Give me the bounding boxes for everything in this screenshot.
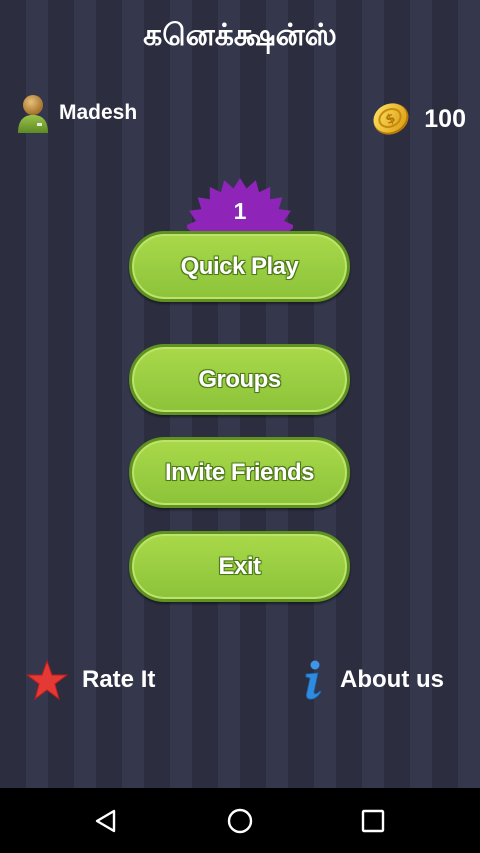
rate-it-label: Rate It (82, 666, 156, 693)
gold-coin-icon: $ (373, 103, 409, 135)
user-name: Madesh (59, 101, 138, 124)
user-avatar-icon (18, 95, 48, 133)
level-number: 1 (233, 198, 247, 224)
recents-square-icon[interactable] (356, 804, 390, 838)
invite-friends-button[interactable]: Invite Friends (129, 437, 350, 508)
rate-it-button[interactable]: Rate It (26, 660, 155, 700)
app-screen: கனெக்க்ஷன்ஸ் Madesh $ 100 1 Quick Play G… (0, 0, 480, 788)
app-title: கனெக்க்ஷன்ஸ் (143, 18, 337, 53)
quick-play-button[interactable]: Quick Play (129, 231, 350, 302)
user-profile[interactable]: Madesh (16, 93, 137, 133)
info-icon (305, 660, 322, 700)
coin-balance: $ 100 (370, 100, 466, 138)
star-icon (26, 660, 68, 700)
about-us-button[interactable]: About us (300, 660, 444, 700)
level-badge: 1 (187, 174, 293, 234)
exit-button[interactable]: Exit (129, 531, 350, 602)
coin-count: 100 (424, 104, 466, 133)
back-triangle-icon[interactable] (89, 804, 123, 838)
groups-button[interactable]: Groups (129, 344, 350, 415)
home-circle-icon[interactable] (223, 804, 257, 838)
system-navigation-bar (0, 788, 480, 853)
about-us-label: About us (340, 666, 444, 693)
